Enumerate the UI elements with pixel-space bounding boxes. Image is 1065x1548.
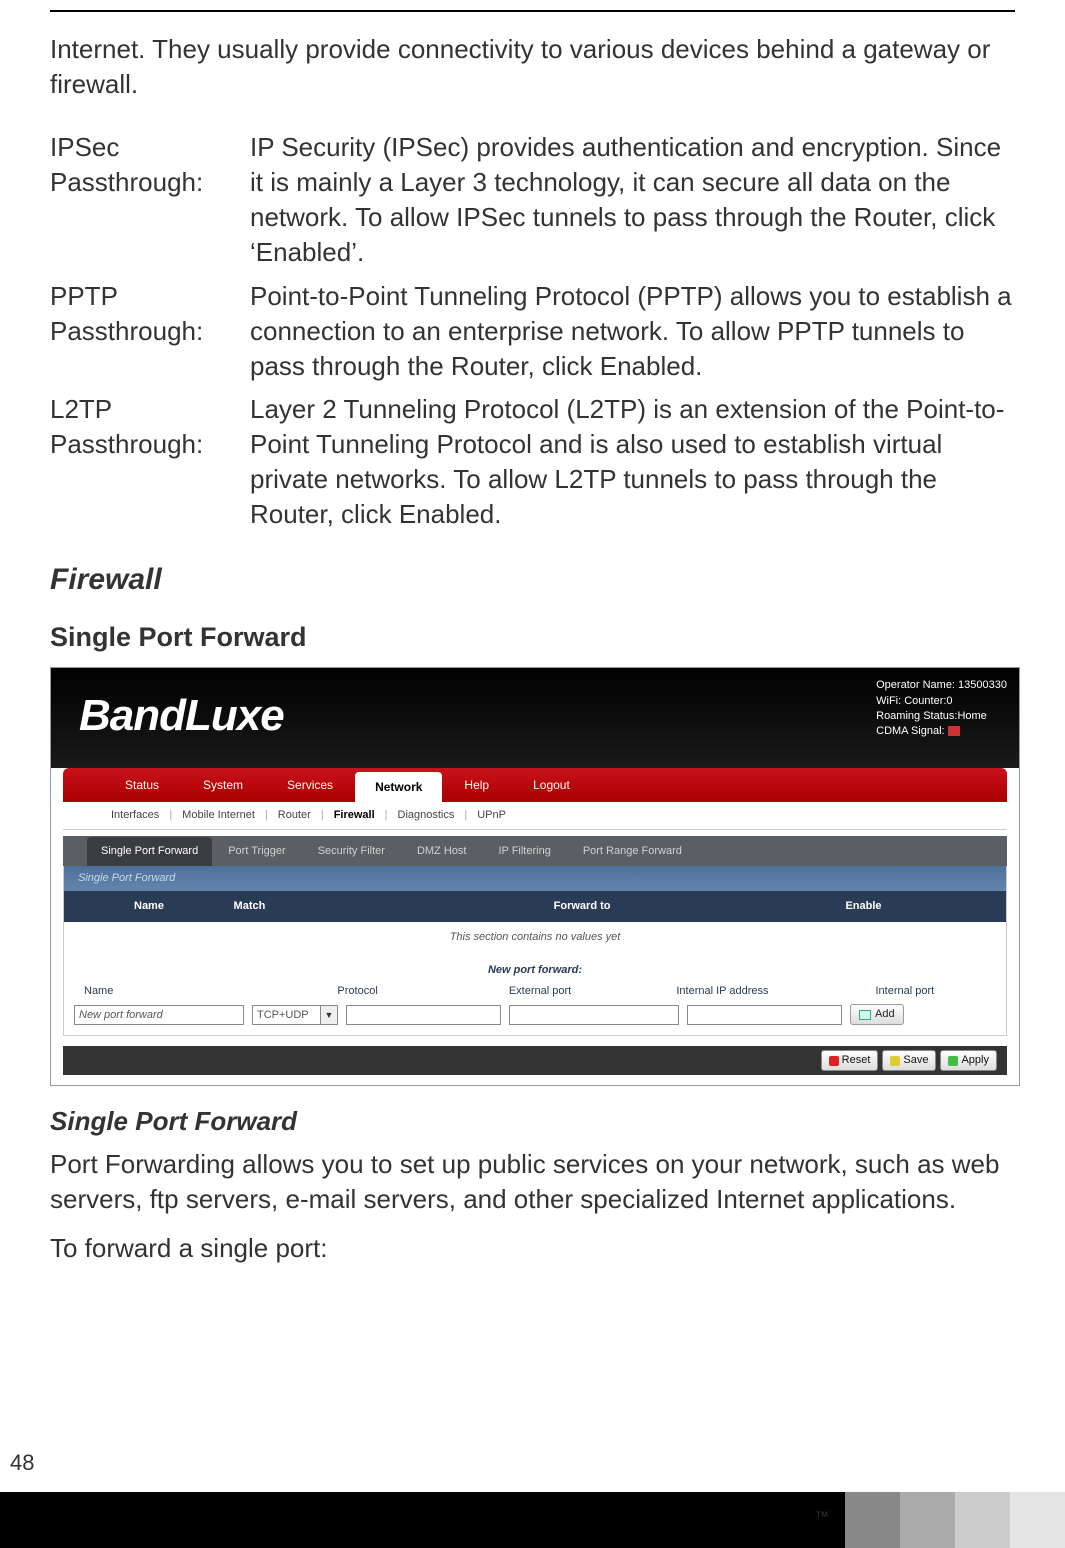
- add-icon: [859, 1010, 871, 1020]
- tab-help[interactable]: Help: [442, 777, 511, 793]
- input-internal-port[interactable]: [687, 1005, 842, 1025]
- empty-message: This section contains no values yet: [64, 922, 1006, 959]
- subtab-mobile-internet[interactable]: Mobile Internet: [174, 808, 263, 823]
- status-wifi: WiFi: Counter:0: [876, 694, 1007, 709]
- newcol-name: Name: [74, 984, 266, 999]
- def-term-pptp: PPTP Passthrough:: [50, 279, 250, 392]
- new-port-forward-heading: New port forward:: [64, 959, 1006, 982]
- router-ui-screenshot: BandLuxe Operator Name: 13500330 WiFi: C…: [50, 667, 1020, 1086]
- thirdtab-security-filter[interactable]: Security Filter: [302, 844, 401, 859]
- save-label: Save: [903, 1053, 928, 1068]
- para-port-forwarding: Port Forwarding allows you to set up pub…: [50, 1147, 1015, 1217]
- def-desc-l2tp: Layer 2 Tunneling Protocol (L2TP) is an …: [250, 392, 1015, 540]
- action-button-row: Reset Save Apply: [63, 1046, 1007, 1075]
- status-cdma: CDMA Signal:: [876, 725, 944, 737]
- panel-title: Single Port Forward: [64, 866, 1006, 891]
- tab-logout[interactable]: Logout: [511, 777, 592, 793]
- thirdtab-single-port-forward[interactable]: Single Port Forward: [87, 837, 212, 866]
- def-term-ipsec: IPSec Passthrough:: [50, 130, 250, 278]
- thirdtab-port-trigger[interactable]: Port Trigger: [212, 844, 301, 859]
- input-internal-ip[interactable]: [509, 1005, 679, 1025]
- definitions-table: IPSec Passthrough: IP Security (IPSec) p…: [50, 130, 1015, 540]
- def-desc-pptp: Point-to-Point Tunneling Protocol (PPTP)…: [250, 279, 1015, 392]
- chevron-down-icon: ▼: [325, 1009, 334, 1021]
- subtab-diagnostics[interactable]: Diagnostics: [390, 808, 463, 823]
- footer-brand: BandLuxe™: [620, 1492, 829, 1540]
- tab-status[interactable]: Status: [103, 777, 181, 793]
- sub-heading-single-port-forward: Single Port Forward: [50, 619, 1015, 655]
- trademark-symbol: ™: [815, 1508, 829, 1524]
- subtab-upnp[interactable]: UPnP: [469, 808, 514, 823]
- after-heading: Single Port Forward: [50, 1104, 1015, 1139]
- input-name[interactable]: [74, 1005, 244, 1025]
- subtab-firewall[interactable]: Firewall: [326, 808, 383, 823]
- status-info: Operator Name: 13500330 WiFi: Counter:0 …: [876, 678, 1007, 740]
- apply-icon: [948, 1056, 958, 1066]
- newcol-protocol: Protocol: [266, 984, 448, 999]
- page-number: 48: [10, 1450, 34, 1476]
- apply-button[interactable]: Apply: [940, 1050, 997, 1071]
- newcol-internal-port: Internal port: [814, 984, 996, 999]
- subtab-interfaces[interactable]: Interfaces: [103, 808, 167, 823]
- thirdtab-ip-filtering[interactable]: IP Filtering: [482, 844, 566, 859]
- tab-network[interactable]: Network: [355, 772, 442, 802]
- section-heading-firewall: Firewall: [50, 560, 1015, 601]
- para-to-forward: To forward a single port:: [50, 1231, 1015, 1266]
- add-button[interactable]: Add: [850, 1004, 904, 1025]
- reset-button[interactable]: Reset: [821, 1050, 879, 1071]
- save-button[interactable]: Save: [882, 1050, 936, 1071]
- sub-tab-bar: Interfaces| Mobile Internet| Router| Fir…: [63, 802, 1007, 830]
- third-tab-bar: Single Port Forward Port Trigger Securit…: [63, 836, 1007, 866]
- thirdtab-port-range-forward[interactable]: Port Range Forward: [567, 844, 698, 859]
- intro-text: Internet. They usually provide connectiv…: [50, 32, 1015, 102]
- col-forward-to: Forward to: [403, 899, 761, 914]
- status-operator: Operator Name: 13500330: [876, 678, 1007, 693]
- col-enable: Enable: [761, 899, 1006, 914]
- input-external-port[interactable]: [346, 1005, 501, 1025]
- router-brand-logo: BandLuxe: [79, 691, 284, 740]
- signal-icon: [948, 726, 960, 736]
- reset-icon: [829, 1056, 839, 1066]
- footer-bar: [0, 1492, 1065, 1548]
- def-desc-ipsec: IP Security (IPSec) provides authenticat…: [250, 130, 1015, 278]
- thirdtab-dmz-host[interactable]: DMZ Host: [401, 844, 483, 859]
- col-match: Match: [234, 899, 404, 914]
- tab-services[interactable]: Services: [265, 777, 355, 793]
- main-tab-bar: Status System Services Network Help Logo…: [63, 768, 1007, 802]
- apply-label: Apply: [961, 1053, 989, 1068]
- def-term-l2tp: L2TP Passthrough:: [50, 392, 250, 540]
- subtab-router[interactable]: Router: [270, 808, 319, 823]
- status-roaming: Roaming Status:Home: [876, 709, 1007, 724]
- tab-system[interactable]: System: [181, 777, 265, 793]
- newcol-external-port: External port: [449, 984, 631, 999]
- col-name: Name: [64, 899, 234, 914]
- select-protocol-dropdown-button[interactable]: ▼: [320, 1005, 338, 1025]
- newcol-internal-ip: Internal IP address: [631, 984, 813, 999]
- save-icon: [890, 1056, 900, 1066]
- add-button-label: Add: [875, 1007, 895, 1022]
- select-protocol[interactable]: [252, 1005, 320, 1025]
- table-header-row: Name Match Forward to Enable: [64, 891, 1006, 922]
- reset-label: Reset: [842, 1053, 871, 1068]
